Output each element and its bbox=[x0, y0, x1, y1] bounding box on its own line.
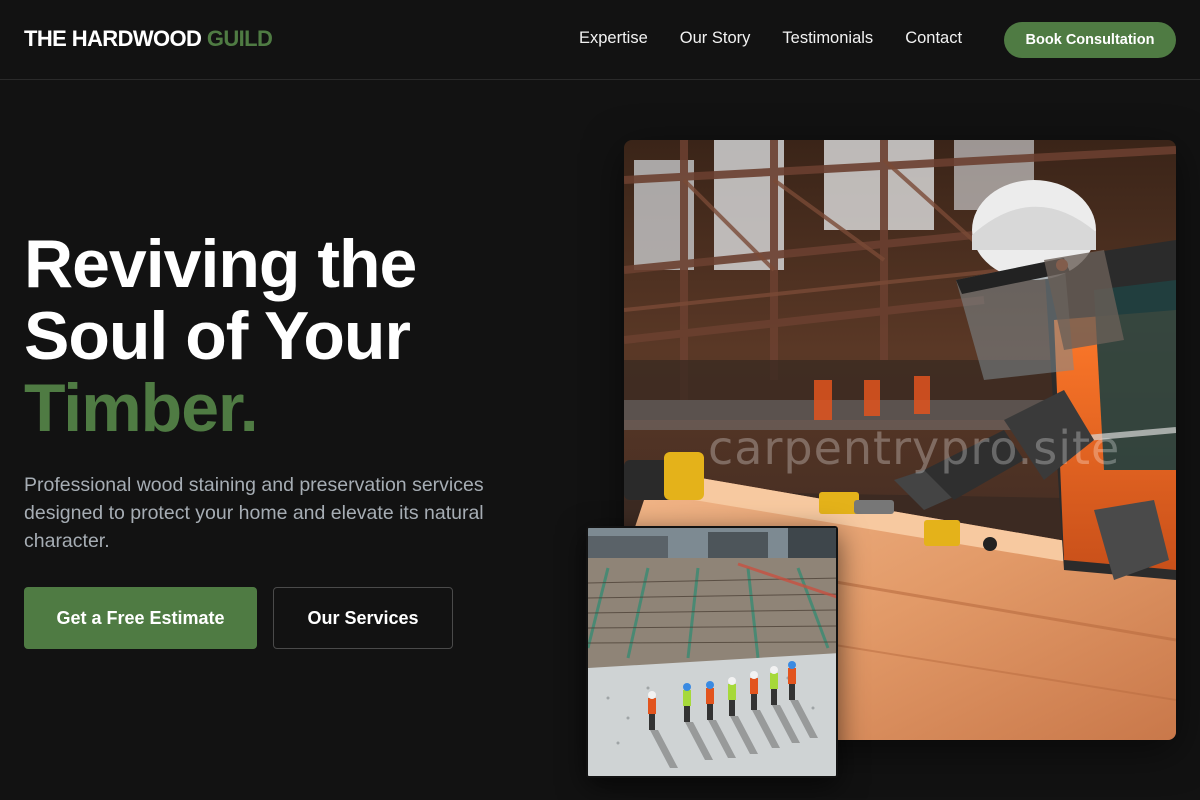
nav-link-our-story[interactable]: Our Story bbox=[680, 29, 751, 48]
hero-title-line-2: Soul of Your bbox=[24, 298, 411, 374]
hero-inset-image bbox=[586, 526, 838, 778]
site-header: THE HARDWOOD GUILD Expertise Our Story T… bbox=[0, 0, 1200, 80]
logo-text: THE HARDWOOD bbox=[24, 26, 207, 51]
image-watermark: carpentrypro.site bbox=[708, 421, 1121, 475]
brand-logo[interactable]: THE HARDWOOD GUILD bbox=[24, 26, 273, 52]
nav-link-testimonials[interactable]: Testimonials bbox=[782, 29, 873, 48]
site-photo-illustration bbox=[588, 528, 836, 776]
logo-accent-text: GUILD bbox=[206, 26, 273, 51]
main-nav: Expertise Our Story Testimonials Contact bbox=[579, 29, 994, 48]
free-estimate-button[interactable]: Get a Free Estimate bbox=[24, 587, 257, 649]
book-consultation-button[interactable]: Book Consultation bbox=[1004, 22, 1176, 58]
hero-subtitle: Professional wood staining and preservat… bbox=[24, 474, 484, 552]
hero-title-line-1: Reviving the bbox=[24, 226, 417, 302]
our-services-button[interactable]: Our Services bbox=[273, 587, 453, 649]
nav-link-contact[interactable]: Contact bbox=[905, 29, 962, 48]
hero-title: Reviving the Soul of Your Timber. bbox=[24, 226, 417, 446]
nav-link-expertise[interactable]: Expertise bbox=[579, 29, 648, 48]
hero-title-accent: Timber. bbox=[24, 370, 259, 446]
